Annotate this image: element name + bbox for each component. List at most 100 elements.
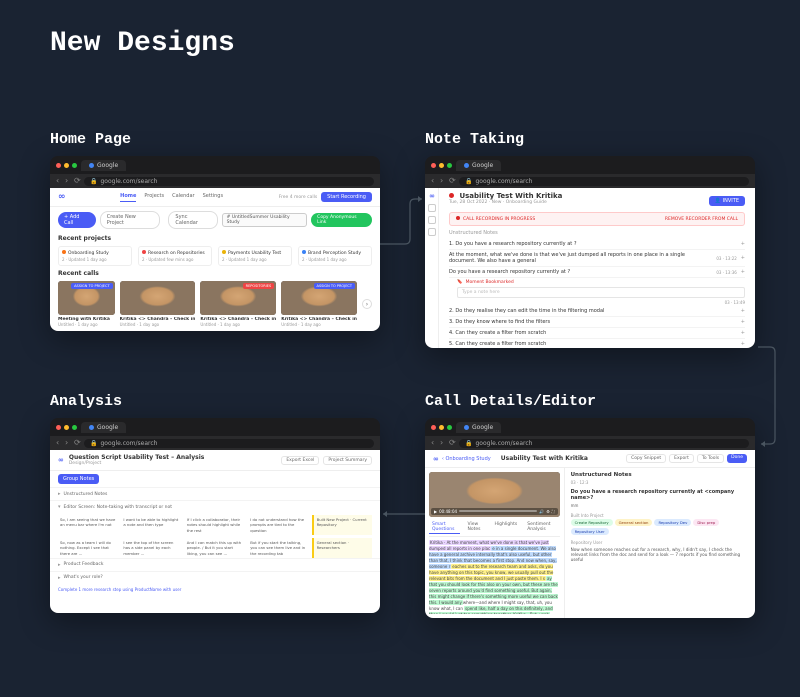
reload-icon[interactable]: ⟳ — [74, 440, 80, 446]
project-card[interactable]: Research on Repositories2 · Updated few … — [138, 246, 212, 266]
play-icon[interactable]: ▶ — [434, 509, 437, 514]
close-icon[interactable] — [431, 425, 436, 430]
maximize-icon[interactable] — [447, 425, 452, 430]
app-logo-icon[interactable]: ∞ — [433, 455, 438, 463]
browser-tab[interactable]: Google — [81, 422, 126, 433]
address-bar[interactable]: 🔒google.com/search — [84, 177, 374, 186]
forward-icon[interactable]: › — [440, 178, 446, 184]
add-icon[interactable]: + — [741, 341, 745, 347]
bookmark-row[interactable]: 🔖 Moment Bookmarked — [457, 280, 745, 285]
tag-chip[interactable]: General section — [615, 519, 653, 526]
sync-calendar-button[interactable]: Sync Calendar — [168, 211, 217, 229]
analysis-note[interactable]: So, I am seeing that we have an menu bar… — [58, 515, 118, 535]
chevron-right-icon[interactable]: ▸ — [58, 575, 61, 581]
tab-view-notes[interactable]: View Notes — [464, 521, 487, 534]
copy-link-button[interactable]: Copy Anonymous Link — [311, 213, 372, 227]
project-card[interactable]: Payments Usability Test2 · Updated 1 day… — [218, 246, 292, 266]
back-icon[interactable]: ‹ — [56, 178, 62, 184]
progress-bar[interactable] — [459, 510, 537, 512]
close-icon[interactable] — [56, 163, 61, 168]
nav-settings[interactable]: Settings — [203, 193, 224, 202]
question-row[interactable]: 1. Do you have a research repository cur… — [449, 239, 745, 250]
chevron-right-icon[interactable]: ▸ — [58, 491, 61, 497]
call-card[interactable]: Kritika <> Chandra – Check inUntitled · … — [120, 281, 196, 327]
browser-tab[interactable]: Google — [81, 160, 126, 171]
transcript-body[interactable]: Kritika · At the moment, what we've done… — [429, 540, 560, 614]
back-icon[interactable]: ‹ — [56, 440, 62, 446]
project-card[interactable]: Brand Perception Study2 · Updated 1 day … — [298, 246, 372, 266]
group-notes-tab[interactable]: Group Notes — [58, 474, 99, 484]
forward-icon[interactable]: › — [65, 178, 71, 184]
minimize-icon[interactable] — [439, 163, 444, 168]
browser-tab[interactable]: Google — [456, 160, 501, 171]
tag-chip[interactable]: Create Repository — [571, 519, 613, 526]
app-logo-icon[interactable]: ∞ — [58, 192, 65, 202]
sidebar-icon[interactable] — [428, 204, 436, 212]
address-bar[interactable]: 🔒google.com/search — [459, 177, 749, 186]
project-card[interactable]: Onboarding Study2 · Updated 1 day ago — [58, 246, 132, 266]
footer-prompt[interactable]: Complete 1 more research step using Prod… — [50, 584, 380, 595]
add-icon[interactable]: + — [741, 269, 745, 275]
tag-chip[interactable]: Repository User — [571, 528, 609, 535]
row-role[interactable]: What's your role? — [64, 575, 103, 580]
forward-icon[interactable]: › — [65, 440, 71, 446]
start-recording-button[interactable]: Start Recording — [321, 192, 372, 202]
chevron-right-icon[interactable]: ▸ — [58, 562, 61, 568]
browser-tab[interactable]: Google — [456, 422, 501, 433]
breadcrumb[interactable]: Design/Project — [69, 461, 205, 466]
project-summary-button[interactable]: Project Summary — [323, 456, 372, 465]
call-card[interactable]: ASSIGN TO PROJECTKritika <> Chandra – Ch… — [281, 281, 357, 327]
call-card[interactable]: REPOSITORIESKritika <> Chandra – Check i… — [200, 281, 276, 327]
back-icon[interactable]: ‹ — [431, 178, 437, 184]
maximize-icon[interactable] — [72, 163, 77, 168]
analysis-note[interactable]: And I can match this up with people. / B… — [185, 538, 245, 558]
add-call-button[interactable]: + Add Call — [58, 212, 96, 228]
question-row[interactable]: 2. Do they realise they can edit the tim… — [449, 306, 745, 317]
analysis-note[interactable]: I see the top of the screen has a side p… — [121, 538, 181, 558]
question-row[interactable]: 5. Can they create a filter from scratch… — [449, 339, 745, 348]
to-tools-button[interactable]: To Tools — [697, 454, 724, 463]
note-item[interactable]: Now when someone reaches out for a resea… — [571, 546, 749, 563]
add-icon[interactable]: + — [741, 330, 745, 336]
settings-icon[interactable]: ⚙ — [546, 509, 550, 514]
analysis-note[interactable]: I want to be able to highlight a note an… — [121, 515, 181, 535]
add-icon[interactable]: + — [741, 241, 745, 247]
volume-icon[interactable]: 🔊 — [539, 509, 544, 514]
analysis-note[interactable]: So, now as a team I will do nothing. Exc… — [58, 538, 118, 558]
nav-calendar[interactable]: Calendar — [172, 193, 194, 202]
add-icon[interactable]: + — [741, 255, 745, 261]
app-logo-icon[interactable]: ∞ — [58, 456, 63, 464]
analysis-note[interactable]: General section · Researchers — [312, 538, 372, 558]
close-icon[interactable] — [431, 163, 436, 168]
row-unstructured[interactable]: Unstructured Notes — [64, 492, 108, 497]
reload-icon[interactable]: ⟳ — [449, 178, 455, 184]
question-row[interactable]: Do you have a research repository curren… — [449, 267, 745, 278]
nav-home[interactable]: Home — [120, 193, 136, 202]
tab-sentiment[interactable]: Sentiment Analysis — [524, 521, 559, 534]
app-logo-icon[interactable]: ∞ — [429, 192, 434, 200]
reload-icon[interactable]: ⟳ — [74, 178, 80, 184]
row-product-feedback[interactable]: Product Feedback — [64, 562, 104, 567]
minimize-icon[interactable] — [64, 425, 69, 430]
analysis-note[interactable]: I do not understand how the prompts are … — [248, 515, 308, 535]
export-button[interactable]: Export — [669, 454, 694, 463]
analysis-note[interactable]: But if you start the talking, you can se… — [248, 538, 308, 558]
done-button[interactable]: Done — [727, 454, 747, 463]
add-icon[interactable]: + — [741, 319, 745, 325]
call-card[interactable]: ASSIGN TO PROJECTMeeting with KritikaUnt… — [58, 281, 115, 327]
highlight[interactable]: spend like, half a day on this definitel… — [429, 606, 553, 614]
sidebar-icon[interactable] — [428, 228, 436, 236]
analysis-note[interactable]: Built New Project · Current Repository — [312, 515, 372, 535]
maximize-icon[interactable] — [72, 425, 77, 430]
copy-snippet-button[interactable]: Copy Snippet — [626, 454, 666, 463]
breadcrumb[interactable]: Onboarding Study — [445, 456, 490, 462]
remove-recorder-button[interactable]: REMOVE RECORDER FROM CALL — [665, 217, 738, 222]
address-bar[interactable]: 🔒google.com/search — [459, 439, 749, 448]
invite-button[interactable]: 👤 INVITE — [709, 196, 745, 206]
tag-chip[interactable]: Repository Dev — [654, 519, 691, 526]
question-row[interactable]: At the moment, what we've done is that w… — [449, 250, 745, 267]
next-icon[interactable]: › — [362, 299, 372, 309]
add-icon[interactable]: + — [741, 308, 745, 314]
video-player[interactable]: ▶ 00:48:04 🔊 ⚙ ⛶ — [429, 472, 560, 517]
reload-icon[interactable]: ⟳ — [449, 440, 455, 446]
